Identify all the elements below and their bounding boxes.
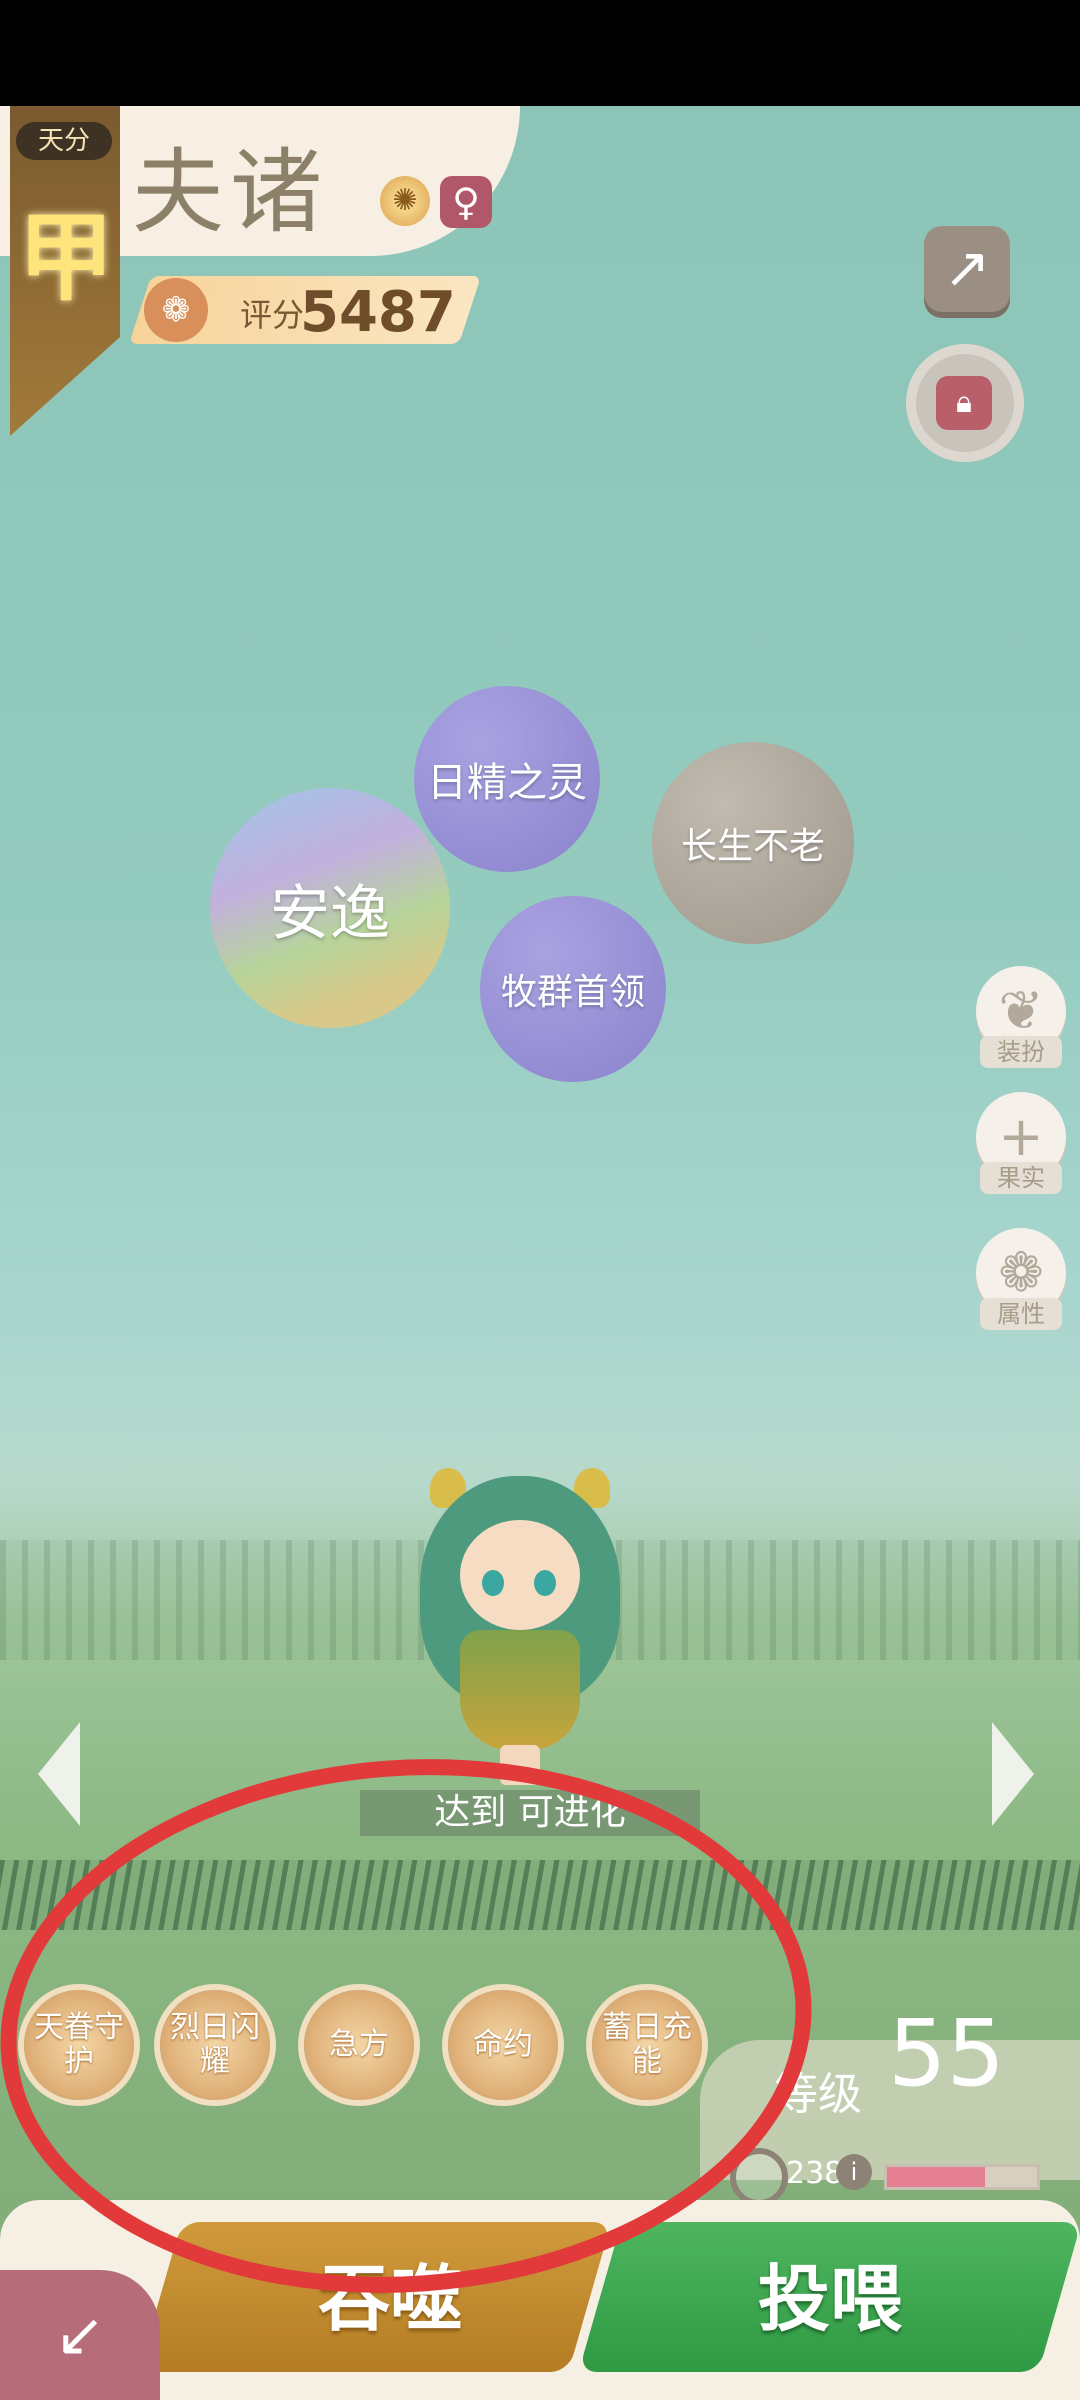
exp-progress-fill (887, 2167, 985, 2187)
share-button[interactable]: ↗ (924, 226, 1010, 312)
rank-label: 天分 (16, 122, 112, 160)
status-bar (0, 0, 1080, 106)
butterfly-icon: ❦ (998, 979, 1044, 1042)
fruit-label: 果实 (980, 1162, 1062, 1194)
plus-icon: + (998, 1105, 1044, 1168)
attributes-label: 属性 (980, 1298, 1062, 1330)
character-face (460, 1520, 580, 1630)
rank-value: 甲 (18, 201, 114, 314)
lock-icon: 🔒︎ (936, 376, 992, 430)
prev-pet-arrow[interactable] (38, 1722, 80, 1826)
info-icon[interactable]: i (836, 2154, 872, 2190)
paw-icon: ❁ (998, 1241, 1044, 1304)
back-arrow-icon: ↙ (54, 2300, 106, 2370)
paw-icon: ❁ (144, 278, 208, 342)
trait-bubble[interactable]: 安逸 (210, 788, 450, 1028)
trait-bubble[interactable]: 牧群首领 (480, 896, 666, 1082)
back-button[interactable]: ↙ (0, 2270, 160, 2400)
score-value: 5487 (300, 280, 456, 345)
lock-button[interactable]: 🔒︎ (906, 344, 1024, 462)
trait-bubble[interactable]: 长生不老 (652, 742, 854, 944)
share-icon: ↗ (943, 236, 991, 301)
level-value: 55 (888, 2000, 1006, 2107)
exp-count: 238 (786, 2156, 844, 2191)
score-label: 评分 (240, 296, 305, 334)
feed-label: 投喂 (757, 2257, 902, 2341)
next-pet-arrow[interactable] (992, 1722, 1034, 1826)
pet-name: 夫诸 (132, 139, 329, 246)
character-body (460, 1630, 580, 1750)
sun-icon[interactable]: ✺ (380, 176, 430, 226)
trait-bubble[interactable]: 日精之灵 (414, 686, 600, 872)
character-eye (534, 1570, 556, 1596)
dress-up-label: 装扮 (980, 1036, 1062, 1068)
character-eye (482, 1570, 504, 1596)
female-gender-icon: ♀ (440, 176, 492, 228)
